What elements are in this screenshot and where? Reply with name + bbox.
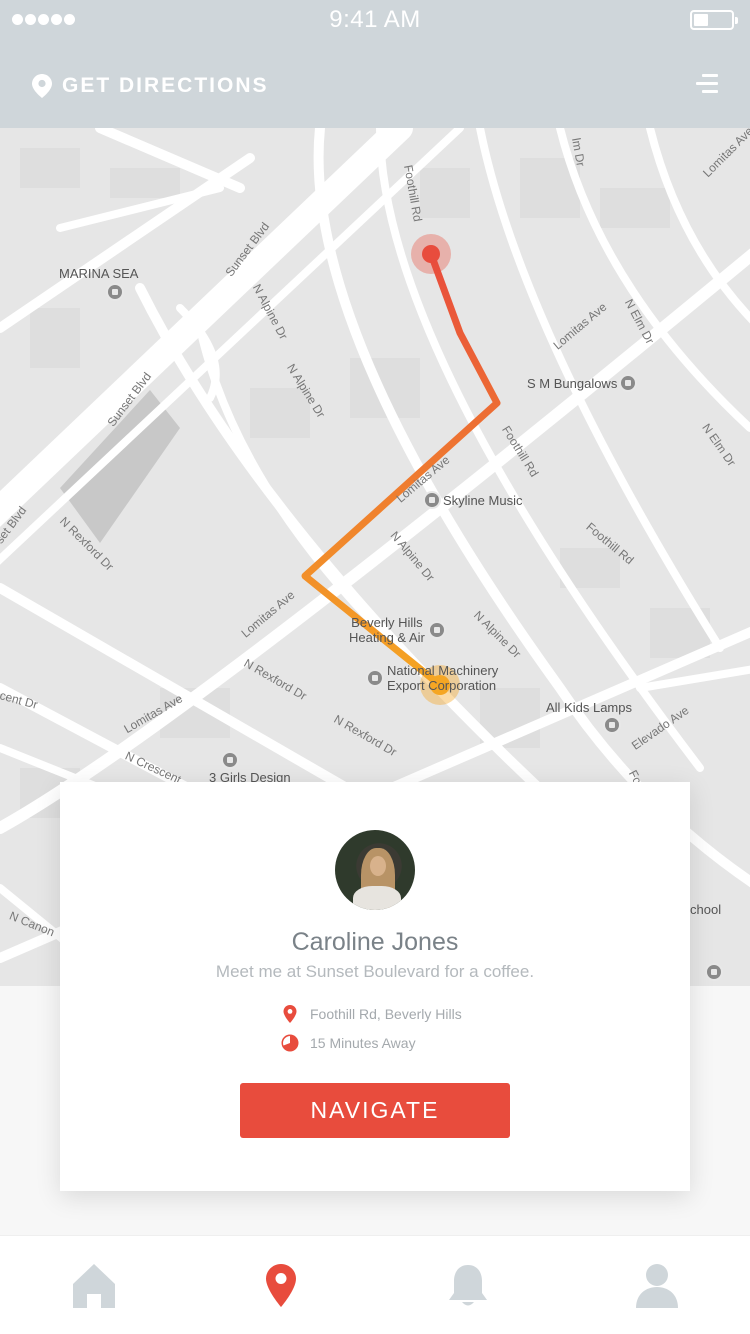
battery-icon xyxy=(690,10,738,30)
map-place-label[interactable]: Beverly Hills Heating & Air xyxy=(349,615,425,645)
location-pin-icon xyxy=(266,1264,296,1307)
tab-profile[interactable] xyxy=(632,1260,682,1312)
shopping-bag-icon[interactable] xyxy=(603,716,621,734)
location-pin-icon xyxy=(283,1005,297,1023)
store-icon[interactable] xyxy=(705,963,723,981)
app-header: GET DIRECTIONS xyxy=(0,40,750,128)
menu-icon xyxy=(702,74,718,77)
shopping-bag-icon[interactable] xyxy=(428,621,446,639)
contact-card: Caroline Jones Meet me at Sunset Bouleva… xyxy=(60,782,690,1191)
map-place-label[interactable]: chool xyxy=(690,902,721,917)
map-place-label[interactable]: All Kids Lamps xyxy=(546,700,632,715)
store-icon[interactable] xyxy=(366,669,384,687)
store-icon[interactable] xyxy=(221,751,239,769)
map-place-label[interactable]: MARINA SEA xyxy=(59,266,138,281)
contact-message: Meet me at Sunset Boulevard for a coffee… xyxy=(215,962,535,981)
tab-location[interactable] xyxy=(256,1260,306,1312)
contact-name: Caroline Jones xyxy=(291,928,459,956)
shopping-bag-icon[interactable] xyxy=(423,491,441,509)
map-place-label[interactable]: National Machinery Export Corporation xyxy=(387,663,498,693)
status-bar: 9:41 AM xyxy=(0,0,750,40)
map-place-label[interactable]: S M Bungalows xyxy=(527,376,617,391)
home-icon xyxy=(73,1264,115,1308)
map-place-label[interactable]: Skyline Music xyxy=(443,493,522,508)
user-icon xyxy=(636,1264,678,1308)
navigate-button[interactable]: NAVIGATE xyxy=(240,1083,510,1138)
eta-detail: 15 Minutes Away xyxy=(280,1033,416,1053)
bell-icon xyxy=(449,1265,487,1306)
clock-icon xyxy=(281,1034,299,1052)
shopping-bag-icon[interactable] xyxy=(106,283,124,301)
page-title: GET DIRECTIONS xyxy=(62,74,269,97)
store-icon[interactable] xyxy=(619,374,637,392)
eta-text: 15 Minutes Away xyxy=(310,1035,416,1051)
avatar[interactable] xyxy=(335,830,415,910)
location-detail: Foothill Rd, Beverly Hills xyxy=(280,1004,462,1024)
tab-bar xyxy=(0,1235,750,1334)
location-text: Foothill Rd, Beverly Hills xyxy=(310,1006,462,1022)
tab-home[interactable] xyxy=(69,1260,119,1312)
tab-notifications[interactable] xyxy=(443,1260,493,1312)
status-time: 9:41 AM xyxy=(329,6,421,33)
menu-button[interactable] xyxy=(696,72,718,96)
location-pin-icon xyxy=(32,74,52,98)
